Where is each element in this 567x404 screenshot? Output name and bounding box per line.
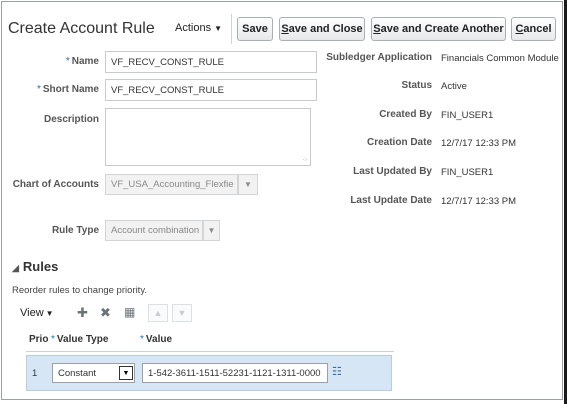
chart-of-accounts-dropdown: ▼ <box>238 174 258 195</box>
save-and-close-button[interactable]: Save and Close <box>279 17 365 41</box>
page-title: Create Account Rule <box>8 20 155 37</box>
actions-label: Actions <box>175 22 212 34</box>
cancel-button[interactable]: Cancel <box>511 17 556 41</box>
move-down-icon[interactable]: ▼ <box>172 304 192 322</box>
column-header-value-type[interactable]: * Value Type <box>51 334 108 345</box>
rules-section-header[interactable]: ◢ Rules <box>12 259 58 274</box>
description-label: Description <box>43 114 99 125</box>
short-name-field[interactable]: VF_RECV_CONST_RULE <box>105 79 317 101</box>
column-header-prio[interactable]: Prio <box>29 334 48 345</box>
status-value: Active <box>441 81 467 92</box>
last-update-date-value: 12/7/17 12:33 PM <box>441 196 516 207</box>
row-priority: 1 <box>32 368 38 379</box>
actions-menu[interactable]: Actions ▼ <box>175 22 222 34</box>
chevron-down-icon: ▼ <box>122 369 130 377</box>
rule-type-dropdown: ▼ <box>203 220 220 241</box>
rules-description: Reorder rules to change priority. <box>12 285 147 296</box>
short-name-label: * Short Name <box>36 84 99 95</box>
save-button[interactable]: Save <box>237 17 273 41</box>
add-icon[interactable]: ✚ <box>77 305 88 321</box>
rule-type-field: Account combination <box>105 220 203 241</box>
creation-date-value: 12/7/17 12:33 PM <box>441 138 516 149</box>
value-type-dropdown[interactable]: ▼ <box>119 366 133 380</box>
value-field[interactable]: 1-542-3611-1511-52231-1121-1311-0000 <box>142 363 328 383</box>
move-up-icon[interactable]: ▲ <box>148 304 168 322</box>
subledger-application-label: Subledger Application <box>326 52 432 63</box>
last-updated-by-label: Last Updated By <box>353 166 432 177</box>
creation-date-label: Creation Date <box>366 137 432 148</box>
chevron-down-icon: ▼ <box>207 226 216 235</box>
last-update-date-label: Last Update Date <box>350 195 432 206</box>
rules-toolbar: View ▼ ✚ ✖ ▦ ▲ ▼ <box>12 300 394 328</box>
delete-icon[interactable]: ✖ <box>100 305 111 321</box>
chevron-down-icon: ▼ <box>244 180 252 189</box>
view-menu[interactable]: View ▼ <box>20 307 54 319</box>
chart-of-accounts-label: Chart of Accounts <box>12 179 99 190</box>
search-lookup-icon[interactable]: ☷ <box>332 367 344 378</box>
chart-of-accounts-field: VF_USA_Accounting_Flexfie <box>105 174 238 195</box>
name-field[interactable]: VF_RECV_CONST_RULE <box>105 51 317 73</box>
value-text: 1-542-3611-1511-52231-1121-1311-0000 <box>148 367 321 379</box>
collapse-triangle-icon[interactable]: ◢ <box>12 263 19 273</box>
column-header-value[interactable]: * Value <box>140 334 172 345</box>
rules-table-header: Prio * Value Type * Value <box>26 330 394 352</box>
table-row[interactable]: 1 Constant ▼ 1-542-3611-1511-52231-1121-… <box>26 355 392 391</box>
created-by-value: FIN_USER1 <box>441 110 494 121</box>
chevron-down-icon: ▼ <box>214 24 222 33</box>
subledger-application-value: Financials Common Module <box>441 53 559 64</box>
value-type-value: Constant <box>58 367 97 379</box>
description-field[interactable]: ⁘ <box>105 108 311 166</box>
rule-type-label: Rule Type <box>51 225 99 236</box>
chevron-down-icon: ▼ <box>45 309 54 318</box>
required-marker: * <box>36 84 41 95</box>
view-label: View <box>20 307 44 319</box>
toolbar-divider <box>231 14 232 44</box>
detach-icon[interactable]: ▦ <box>124 305 135 319</box>
rules-section-title: Rules <box>22 259 59 274</box>
save-and-create-another-button[interactable]: Save and Create Another <box>371 17 506 41</box>
status-label: Status <box>401 80 432 91</box>
required-marker: * <box>65 56 70 67</box>
required-marker: * <box>140 334 144 345</box>
required-marker: * <box>51 334 55 345</box>
created-by-label: Created By <box>379 109 432 120</box>
resize-grip-icon[interactable]: ⁘ <box>302 156 308 164</box>
last-updated-by-value: FIN_USER1 <box>441 167 494 178</box>
name-label: * Name <box>65 56 99 67</box>
